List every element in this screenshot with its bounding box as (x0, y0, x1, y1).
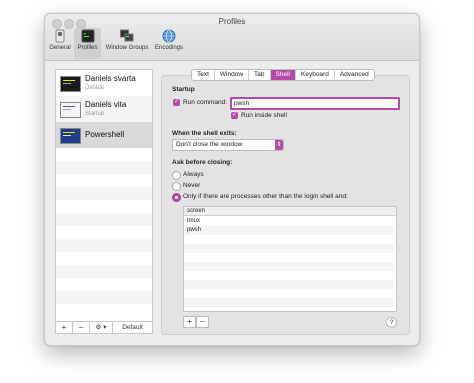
toolbar-window-groups[interactable]: Window Groups (102, 28, 152, 59)
radio-always-label: Always (183, 171, 204, 178)
window-title: Profiles (218, 17, 246, 26)
profile-thumbnail (60, 76, 81, 92)
profile-thumbnail (60, 102, 81, 118)
profile-item-daniels-svarta[interactable]: Daniels svarta Default (56, 70, 152, 96)
profile-actions-button[interactable]: ⚙︎ ▾ (90, 322, 113, 333)
radio-never[interactable] (172, 182, 181, 191)
terminal-icon (81, 29, 94, 43)
title-bar: Profiles General Profiles Window Groups (45, 14, 419, 61)
remove-process-button[interactable]: − (196, 316, 209, 328)
tab-keyboard[interactable]: Keyboard (296, 70, 335, 80)
profile-subtitle: Default (85, 85, 105, 91)
toolbar-encodings-label: Encodings (154, 45, 184, 51)
exit-behavior-value: Don't close the window (176, 141, 243, 148)
add-process-button[interactable]: + (183, 316, 196, 328)
run-command-checkbox[interactable]: ✓ (173, 99, 180, 106)
profile-thumbnail (60, 128, 81, 144)
profile-item-daniels-vita[interactable]: Daniels vita Startup (56, 96, 152, 122)
process-list-table[interactable]: screen tmux pwsh (183, 206, 397, 312)
process-list-header: screen (184, 207, 396, 216)
help-button[interactable]: ? (386, 317, 397, 328)
toolbar-general-label: General (49, 45, 71, 51)
empty-row (184, 244, 394, 253)
tab-shell[interactable]: Shell (270, 70, 296, 80)
exit-behavior-select[interactable]: Don't close the window ⇕ (172, 139, 284, 151)
empty-row (56, 213, 152, 226)
tab-window[interactable]: Window (215, 70, 250, 80)
add-profile-button[interactable]: + (56, 322, 73, 333)
empty-row (56, 187, 152, 200)
empty-row (184, 289, 394, 298)
empty-row (184, 235, 394, 244)
profile-subtitle: Startup (85, 111, 105, 117)
profile-name: Daniels vita (85, 100, 127, 109)
empty-row (184, 262, 394, 271)
run-command-label: Run command: (183, 99, 228, 106)
tab-text[interactable]: Text (192, 70, 215, 80)
remove-profile-button[interactable]: − (73, 322, 90, 333)
chevron-updown-icon: ⇕ (275, 140, 283, 150)
run-inside-shell-label: Run inside shell (241, 112, 287, 119)
profiles-list[interactable]: Daniels svarta Default Daniels vita Star… (55, 69, 153, 322)
toolbar-profiles-label: Profiles (77, 45, 98, 51)
shell-exits-heading: When the shell exits: (172, 130, 237, 137)
empty-row (184, 253, 394, 262)
profile-name: Daniels svarta (85, 74, 136, 83)
toolbar-window-groups-label: Window Groups (105, 45, 149, 51)
empty-row (56, 265, 152, 278)
empty-row (184, 271, 394, 280)
run-inside-shell-checkbox[interactable]: ✓ (231, 112, 238, 119)
empty-row (56, 291, 152, 304)
process-row[interactable]: pwsh (184, 226, 394, 235)
profile-name: Powershell (85, 130, 125, 139)
window-groups-icon (120, 29, 134, 42)
switch-icon (55, 29, 65, 43)
toolbar-general[interactable]: General (47, 28, 73, 59)
tab-tab[interactable]: Tab (249, 70, 271, 80)
set-default-button[interactable]: Default (113, 322, 152, 333)
radio-never-label: Never (183, 182, 201, 189)
globe-icon (162, 29, 176, 43)
startup-heading: Startup (172, 86, 195, 93)
toolbar-profiles[interactable]: Profiles (74, 28, 101, 59)
profile-item-powershell[interactable]: Powershell (56, 122, 152, 148)
preferences-window: Profiles General Profiles Window Groups (44, 13, 420, 346)
empty-row (56, 239, 152, 252)
empty-row (56, 161, 152, 174)
empty-row (184, 280, 394, 289)
ask-before-closing-heading: Ask before closing: (172, 159, 233, 166)
radio-only-if-processes-label: Only if there are processes other than t… (183, 193, 348, 200)
settings-tabs: Text Window Tab Shell Keyboard Advanced (191, 69, 375, 81)
tab-advanced[interactable]: Advanced (335, 70, 374, 80)
radio-only-if-processes[interactable] (172, 193, 181, 202)
profiles-button-bar: + − ⚙︎ ▾ Default (55, 321, 153, 334)
run-command-input[interactable]: pwsh (230, 97, 400, 110)
empty-row (184, 298, 394, 307)
radio-always[interactable] (172, 171, 181, 180)
process-row[interactable]: tmux (184, 217, 394, 226)
toolbar-encodings[interactable]: Encodings (152, 28, 186, 59)
